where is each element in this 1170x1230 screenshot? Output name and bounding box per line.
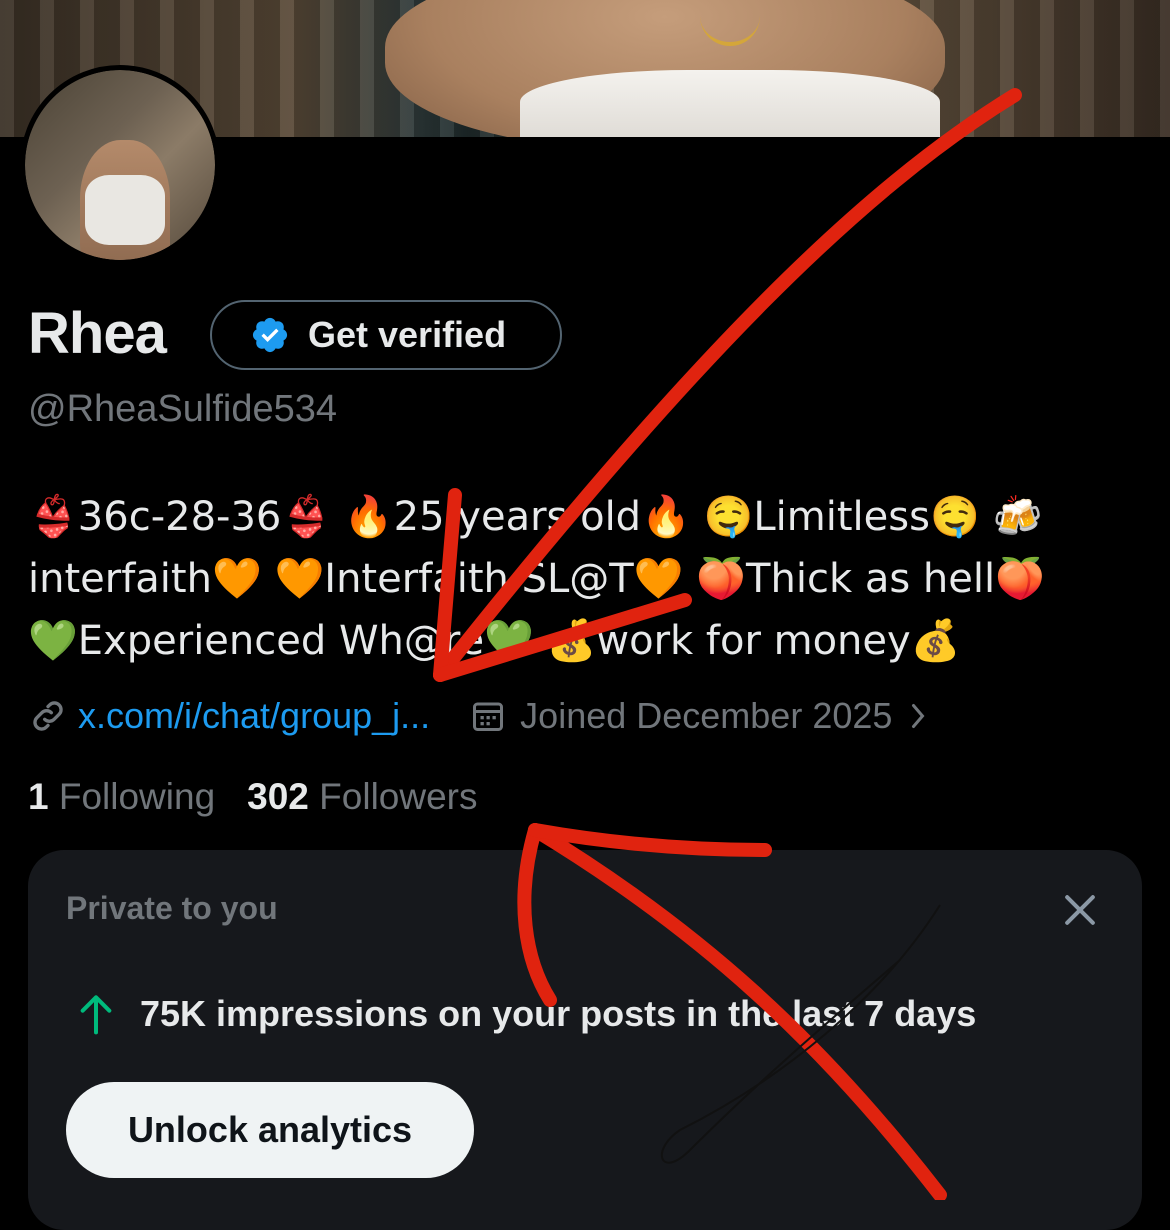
profile-bio: 👙36c-28-36👙 🔥25 years old🔥 🤤Limitless🤤 🍻…: [28, 486, 1158, 672]
get-verified-button[interactable]: Get verified: [210, 300, 562, 370]
impressions-text: 75K impressions on your posts in the las…: [140, 993, 977, 1034]
bio-line: 💚Experienced Wh@re💚 💰work for money💰: [28, 618, 961, 664]
bio-line: 👙36c-28-36👙 🔥25 years old🔥 🤤Limitless🤤 🍻: [28, 494, 1043, 540]
following-label: Following: [58, 776, 216, 817]
joined-date-text: Joined December 2025: [520, 695, 893, 736]
bio-line: interfaith🧡 🧡Interfaith SL@T🧡 🍑Thick as …: [28, 556, 1045, 602]
followers-label: Followers: [319, 776, 478, 817]
annotation-arrow-bottom-head-right: [528, 823, 772, 857]
close-icon[interactable]: [1058, 888, 1102, 932]
profile-link-text: x.com/i/chat/group_j...: [78, 695, 431, 736]
follow-stats: 1 Following 302 Followers: [28, 776, 510, 818]
unlock-analytics-button[interactable]: Unlock analytics: [66, 1082, 474, 1178]
following-link[interactable]: 1 Following: [28, 776, 215, 818]
profile-handle: @RheaSulfide534: [28, 388, 338, 430]
calendar-icon: [473, 702, 504, 731]
analytics-card: Private to you 75K impressions on your p…: [28, 850, 1142, 1230]
analytics-card-title: Private to you: [66, 890, 278, 926]
link-icon: [33, 701, 63, 731]
following-count: 1: [28, 776, 49, 817]
profile-name: Rhea: [28, 301, 167, 366]
arrow-up-icon: [80, 995, 112, 1035]
joined-date[interactable]: Joined December 2025: [470, 695, 932, 737]
profile-meta: x.com/i/chat/group_j... Joined December …: [28, 690, 932, 742]
impressions-insight: 75K impressions on your posts in the las…: [76, 992, 976, 1036]
verified-badge-icon: [252, 317, 288, 353]
avatar-shirt: [85, 175, 165, 245]
banner-photo-detail: [520, 70, 940, 137]
avatar-photo: [25, 70, 215, 260]
avatar[interactable]: [20, 65, 220, 265]
profile-link[interactable]: x.com/i/chat/group_j...: [28, 695, 430, 737]
chevron-right-icon: [912, 704, 925, 728]
get-verified-label: Get verified: [308, 314, 507, 355]
followers-count: 302: [247, 776, 309, 817]
followers-link[interactable]: 302 Followers: [247, 776, 477, 818]
